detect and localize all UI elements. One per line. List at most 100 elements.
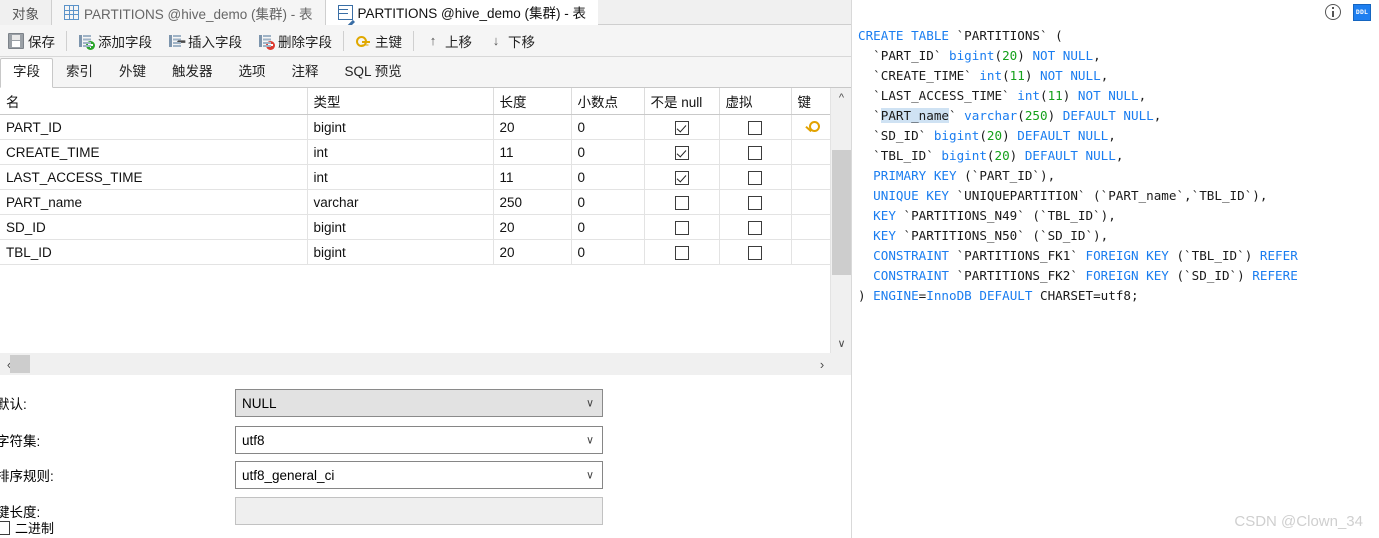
not-null-checkbox[interactable] xyxy=(674,220,689,235)
primary-key-button[interactable]: 主键 xyxy=(347,28,410,54)
scroll-down-icon[interactable]: ∨ xyxy=(831,334,851,353)
cell-not-null[interactable] xyxy=(644,239,720,265)
col-header-name[interactable]: 名 xyxy=(0,88,308,115)
info-icon[interactable] xyxy=(1325,4,1341,20)
cell-virtual[interactable] xyxy=(719,189,792,215)
fields-grid[interactable]: 名 类型 长度 小数点 不是 null 虚拟 键 PART_ID bigint 20… xyxy=(0,88,851,353)
not-null-checkbox[interactable] xyxy=(674,195,689,210)
cell-field-decimals[interactable]: 0 xyxy=(571,239,645,265)
cell-key[interactable] xyxy=(791,239,831,265)
cell-not-null[interactable] xyxy=(644,164,720,190)
table-row[interactable]: LAST_ACCESS_TIME int 11 0 xyxy=(0,164,831,190)
hscrollbar-thumb[interactable] xyxy=(10,355,30,373)
virtual-checkbox[interactable] xyxy=(748,245,762,260)
cell-field-type[interactable]: bigint xyxy=(307,239,494,265)
scroll-right-icon[interactable]: › xyxy=(813,353,831,375)
cell-field-name[interactable]: TBL_ID xyxy=(0,239,308,265)
cell-field-length[interactable]: 20 xyxy=(493,214,572,240)
cell-field-length[interactable]: 250 xyxy=(493,189,572,215)
col-header-not-null[interactable]: 不是 null xyxy=(644,88,720,115)
subtab-foreign-keys[interactable]: 外键 xyxy=(106,58,159,87)
col-header-type[interactable]: 类型 xyxy=(307,88,494,115)
collation-combobox[interactable]: utf8_general_ci ∨ xyxy=(235,461,603,489)
cell-field-length[interactable]: 20 xyxy=(493,114,572,140)
cell-field-name[interactable]: PART_ID xyxy=(0,114,308,140)
delete-field-button[interactable]: 删除字段 xyxy=(250,28,340,54)
table-row[interactable]: TBL_ID bigint 20 0 xyxy=(0,239,831,265)
grid-horizontal-scrollbar[interactable]: ‹ › xyxy=(0,353,851,375)
cell-not-null[interactable] xyxy=(644,189,720,215)
ddl-button[interactable]: DDL xyxy=(1353,3,1371,21)
col-header-decimals[interactable]: 小数点 xyxy=(571,88,645,115)
cell-not-null[interactable] xyxy=(644,214,720,240)
virtual-checkbox[interactable] xyxy=(748,170,762,185)
virtual-checkbox[interactable] xyxy=(748,120,762,135)
not-null-checkbox[interactable] xyxy=(674,145,689,160)
ddl-sql-text[interactable]: CREATE TABLE `PARTITIONS` ( `PART_ID` bi… xyxy=(852,26,1379,496)
cell-field-type[interactable]: bigint xyxy=(307,214,494,240)
binary-checkbox[interactable] xyxy=(0,520,10,535)
cell-field-decimals[interactable]: 0 xyxy=(571,164,645,190)
cell-virtual[interactable] xyxy=(719,139,792,165)
insert-field-button[interactable]: ⬅ 插入字段 xyxy=(160,28,250,54)
cell-field-name[interactable]: LAST_ACCESS_TIME xyxy=(0,164,308,190)
cell-field-type[interactable]: bigint xyxy=(307,114,494,140)
tab-partitions-data[interactable]: PARTITIONS @hive_demo (集群) - 表 xyxy=(52,0,326,25)
cell-field-decimals[interactable]: 0 xyxy=(571,139,645,165)
cell-key[interactable] xyxy=(791,214,831,240)
not-null-checkbox[interactable] xyxy=(674,170,689,185)
cell-virtual[interactable] xyxy=(719,214,792,240)
subtab-options[interactable]: 选项 xyxy=(226,58,279,87)
cell-field-type[interactable]: varchar xyxy=(307,189,494,215)
cell-field-length[interactable]: 11 xyxy=(493,139,572,165)
move-up-button[interactable]: ↑ 上移 xyxy=(417,28,480,54)
subtab-comment[interactable]: 注释 xyxy=(279,58,332,87)
cell-field-type[interactable]: int xyxy=(307,164,494,190)
table-row[interactable]: SD_ID bigint 20 0 xyxy=(0,214,831,240)
grid-vertical-scrollbar[interactable]: ^ ∨ xyxy=(830,88,851,353)
cell-field-type[interactable]: int xyxy=(307,139,494,165)
cell-field-decimals[interactable]: 0 xyxy=(571,189,645,215)
cell-field-length[interactable]: 11 xyxy=(493,164,572,190)
not-null-checkbox[interactable] xyxy=(674,245,689,260)
default-combobox[interactable]: NULL ∨ xyxy=(235,389,603,417)
cell-key[interactable] xyxy=(791,139,831,165)
subtab-sql-preview[interactable]: SQL 预览 xyxy=(332,58,415,87)
cell-key[interactable] xyxy=(791,114,831,140)
cell-key[interactable] xyxy=(791,164,831,190)
cell-field-decimals[interactable]: 0 xyxy=(571,214,645,240)
tab-objects[interactable]: 对象 xyxy=(0,0,52,25)
cell-field-decimals[interactable]: 0 xyxy=(571,114,645,140)
subtab-fields[interactable]: 字段 xyxy=(0,58,53,88)
move-down-button[interactable]: ↓ 下移 xyxy=(480,28,543,54)
charset-combobox[interactable]: utf8 ∨ xyxy=(235,426,603,454)
tab-partitions-design[interactable]: PARTITIONS @hive_demo (集群) - 表 xyxy=(325,0,598,25)
cell-virtual[interactable] xyxy=(719,114,792,140)
not-null-checkbox[interactable] xyxy=(674,120,689,135)
cell-virtual[interactable] xyxy=(719,164,792,190)
col-header-key[interactable]: 键 xyxy=(791,88,831,115)
cell-field-name[interactable]: CREATE_TIME xyxy=(0,139,308,165)
table-row[interactable]: PART_ID bigint 20 0 xyxy=(0,114,831,140)
col-header-length[interactable]: 长度 xyxy=(493,88,572,115)
add-field-button[interactable]: 添加字段 xyxy=(70,28,160,54)
virtual-checkbox[interactable] xyxy=(748,145,762,160)
cell-virtual[interactable] xyxy=(719,239,792,265)
subtab-triggers[interactable]: 触发器 xyxy=(159,58,226,87)
binary-row[interactable]: 二进制 xyxy=(0,518,54,537)
save-button[interactable]: 保存 xyxy=(0,28,63,54)
table-row[interactable]: CREATE_TIME int 11 0 xyxy=(0,139,831,165)
table-row[interactable]: PART_name varchar 250 0 xyxy=(0,189,831,215)
subtab-indexes[interactable]: 索引 xyxy=(53,58,106,87)
cell-key[interactable] xyxy=(791,189,831,215)
cell-field-length[interactable]: 20 xyxy=(493,239,572,265)
col-header-virtual[interactable]: 虚拟 xyxy=(719,88,792,115)
cell-not-null[interactable] xyxy=(644,139,720,165)
scroll-up-icon[interactable]: ^ xyxy=(831,88,851,107)
virtual-checkbox[interactable] xyxy=(748,220,762,235)
key-length-input[interactable] xyxy=(235,497,603,525)
cell-field-name[interactable]: SD_ID xyxy=(0,214,308,240)
scrollbar-thumb[interactable] xyxy=(832,150,851,275)
cell-not-null[interactable] xyxy=(644,114,720,140)
cell-field-name[interactable]: PART_name xyxy=(0,189,308,215)
